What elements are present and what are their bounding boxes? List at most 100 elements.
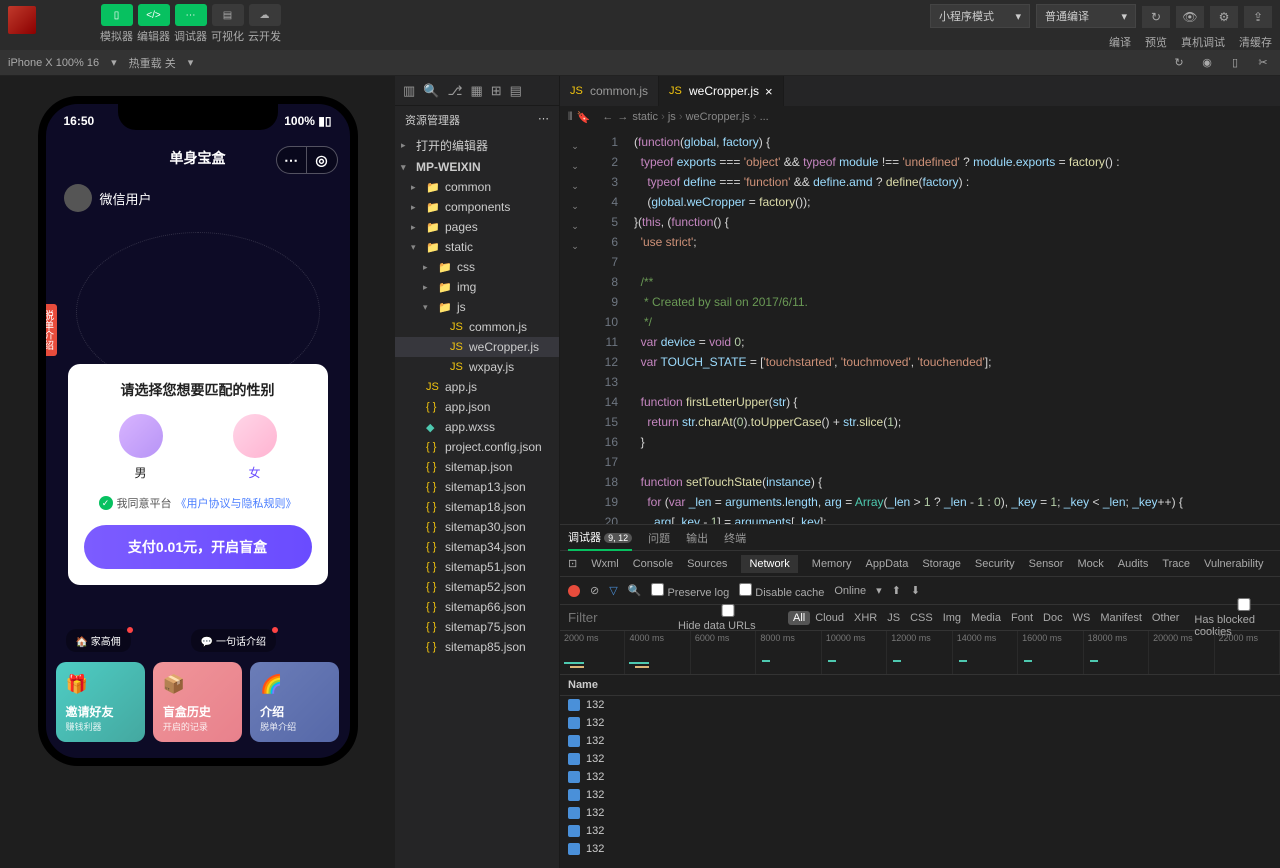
record-icon[interactable] (568, 585, 580, 597)
search-icon[interactable]: 🔍 (423, 83, 439, 99)
network-row[interactable]: 132 (560, 822, 1280, 840)
network-row[interactable]: 132 (560, 714, 1280, 732)
filter-toggle-icon[interactable]: ▽ (609, 584, 617, 597)
tree-item[interactable]: { }project.config.json (395, 437, 559, 457)
close-icon[interactable]: × (765, 84, 773, 99)
filter-input[interactable] (568, 610, 668, 625)
filter-chip[interactable]: Media (966, 611, 1006, 625)
simulator-button[interactable]: ▯ (101, 4, 133, 26)
female-option[interactable]: 女 (233, 414, 277, 481)
tree-item[interactable]: { }sitemap13.json (395, 477, 559, 497)
tree-item[interactable]: ▸打开的编辑器 (395, 134, 559, 157)
devtools-tab[interactable]: Mock (1077, 558, 1103, 570)
network-row[interactable]: 132 (560, 696, 1280, 714)
inspect-icon[interactable]: ⊡ (568, 557, 577, 570)
pill-intro[interactable]: 💬 一句话介绍 (191, 629, 276, 652)
tree-item[interactable]: { }sitemap66.json (395, 597, 559, 617)
debug-tab[interactable]: 问题 (648, 526, 670, 550)
code-area[interactable]: (function(global, factory) { typeof expo… (626, 128, 1280, 524)
filter-chip[interactable]: Img (938, 611, 966, 625)
network-row[interactable]: 132 (560, 768, 1280, 786)
devtools-tab[interactable]: Storage (922, 558, 961, 570)
bookmark-icon[interactable]: 🔖 (577, 111, 591, 124)
devtools-tab[interactable]: Wxml (591, 558, 619, 570)
filter-chip[interactable]: Manifest (1095, 611, 1147, 625)
card-2[interactable]: 🌈介绍脱单介绍 (250, 662, 339, 742)
tree-item[interactable]: ▾📁static (395, 237, 559, 257)
name-column-header[interactable]: Name (560, 675, 1280, 696)
tree-item[interactable]: { }app.json (395, 397, 559, 417)
filter-chip[interactable]: Font (1006, 611, 1038, 625)
filter-chip[interactable]: Other (1147, 611, 1185, 625)
filter-chip[interactable]: CSS (905, 611, 938, 625)
agreement-row[interactable]: ✓我同意平台《用户协议与隐私规则》 (84, 495, 312, 511)
split-icon[interactable]: ⫴ (568, 111, 573, 124)
tree-item[interactable]: ▾MP-WEIXIN (395, 157, 559, 177)
upload-icon[interactable]: ⬆ (892, 584, 901, 597)
editor-tab[interactable]: JScommon.js (560, 76, 659, 106)
devtools-tab[interactable]: Audits (1118, 558, 1149, 570)
more-icon[interactable]: ⋯ (538, 112, 549, 128)
filter-chip[interactable]: WS (1068, 611, 1096, 625)
capsule-close-icon[interactable]: ◎ (307, 147, 337, 173)
capsule-menu-icon[interactable]: ⋯ (277, 147, 307, 173)
editor-tab[interactable]: JSweCropper.js× (659, 76, 784, 106)
tree-item[interactable]: JSwxpay.js (395, 357, 559, 377)
tree-item[interactable]: { }sitemap85.json (395, 637, 559, 657)
hot-reload-status[interactable]: 热重载 关 (129, 55, 176, 71)
clear-icon[interactable]: ⊘ (590, 584, 599, 597)
check-icon[interactable]: ✓ (99, 496, 113, 510)
devtools-tab[interactable]: Memory (812, 558, 852, 570)
tree-item[interactable]: ▾📁js (395, 297, 559, 317)
network-row[interactable]: 132 (560, 786, 1280, 804)
search-icon[interactable]: 🔍 (628, 584, 642, 597)
compile-select[interactable]: 普通编译▾ (1036, 4, 1136, 28)
tree-item[interactable]: ▸📁pages (395, 217, 559, 237)
download-icon[interactable]: ⬇ (911, 584, 920, 597)
cut-icon[interactable]: ✂ (1254, 54, 1272, 72)
disable-cache-checkbox[interactable]: Disable cache (739, 583, 824, 599)
devtools-tab[interactable]: Trace (1162, 558, 1190, 570)
tree-item[interactable]: { }sitemap51.json (395, 557, 559, 577)
filter-chip[interactable]: Doc (1038, 611, 1068, 625)
devtools-tab[interactable]: Sources (687, 558, 727, 570)
pay-button[interactable]: 支付0.01元，开启盲盒 (84, 525, 312, 569)
devtools-tab[interactable]: Sensor (1029, 558, 1064, 570)
mode-select[interactable]: 小程序模式▾ (930, 4, 1030, 28)
male-option[interactable]: 男 (119, 414, 163, 481)
filter-chip[interactable]: XHR (849, 611, 882, 625)
tree-item[interactable]: { }sitemap52.json (395, 577, 559, 597)
filter-chip[interactable]: JS (882, 611, 905, 625)
more-icon[interactable]: ▤ (510, 83, 522, 99)
devtools-tab[interactable]: Security (975, 558, 1015, 570)
tree-item[interactable]: { }sitemap30.json (395, 517, 559, 537)
devtools-tab[interactable]: Console (633, 558, 673, 570)
refresh-icon[interactable]: ↻ (1142, 6, 1170, 28)
filter-chip[interactable]: Cloud (810, 611, 849, 625)
card-1[interactable]: 📦盲盒历史开启的记录 (153, 662, 242, 742)
filter-chip[interactable]: All (788, 611, 810, 625)
network-row[interactable]: 132 (560, 750, 1280, 768)
tree-item[interactable]: { }sitemap.json (395, 457, 559, 477)
device-info[interactable]: iPhone X 100% 16 (8, 57, 99, 69)
phone-icon[interactable]: ▯ (1226, 54, 1244, 72)
boxes-icon[interactable]: ▦ (470, 83, 482, 99)
tree-item[interactable]: JScommon.js (395, 317, 559, 337)
network-row[interactable]: 132 (560, 804, 1280, 822)
debugger-button[interactable]: ⋯ (175, 4, 207, 26)
tree-item[interactable]: ▸📁components (395, 197, 559, 217)
online-select[interactable]: Online (834, 585, 866, 597)
debug-tab[interactable]: 调试器 9, 12 (568, 525, 632, 551)
tree-item[interactable]: { }sitemap34.json (395, 537, 559, 557)
visual-button[interactable]: ▤ (212, 4, 244, 26)
tree-item[interactable]: ▸📁css (395, 257, 559, 277)
pill-commission[interactable]: 🏠 家高佣 (66, 629, 131, 652)
network-row[interactable]: 132 (560, 840, 1280, 858)
branch-icon[interactable]: ⎇ (447, 83, 462, 99)
hide-urls-checkbox[interactable]: Hide data URLs (678, 604, 778, 632)
tree-item[interactable]: JSweCropper.js (395, 337, 559, 357)
capsule-button[interactable]: ⋯ ◎ (276, 146, 338, 174)
upload-icon[interactable]: ⇪ (1244, 6, 1272, 28)
gear-icon[interactable]: ⚙ (1210, 6, 1238, 28)
tree-item[interactable]: ▸📁common (395, 177, 559, 197)
